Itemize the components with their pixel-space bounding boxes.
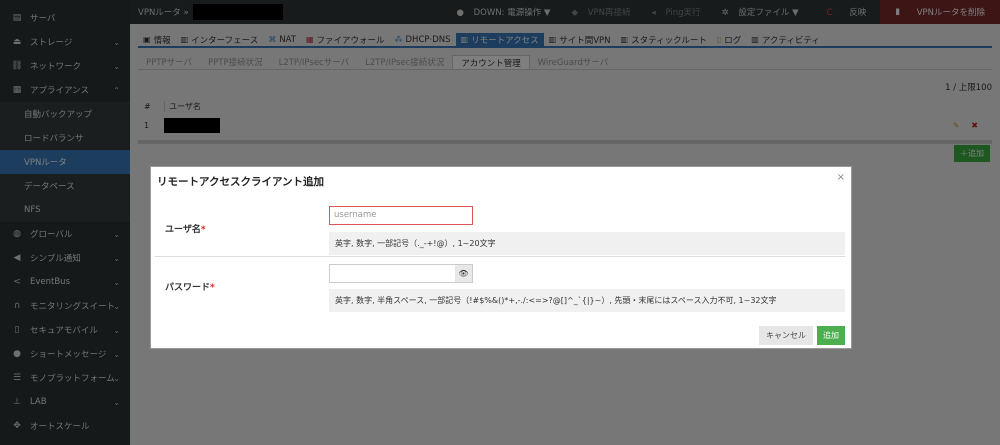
submit-button[interactable]: 追加 [817, 326, 845, 345]
password-label: パスワード* [165, 283, 215, 293]
dialog-title: リモートアクセスクライアント追加 [157, 176, 325, 188]
password-input[interactable]: 👁 [329, 264, 473, 283]
add-client-dialog: リモートアクセスクライアント追加 × ユーザ名* username 英字, 数字… [150, 166, 852, 349]
close-icon[interactable]: × [837, 172, 845, 183]
cancel-button[interactable]: キャンセル [759, 326, 813, 345]
eye-icon[interactable]: 👁 [455, 265, 472, 282]
username-help: 英字, 数字, 一部記号（._-+!@）, 1~20文字 [329, 232, 845, 255]
username-label: ユーザ名* [165, 225, 206, 235]
password-help: 英字, 数字, 半角スペース, 一部記号（!#$%&()*+,-./:<=>?@… [329, 289, 845, 312]
username-input[interactable]: username [329, 206, 473, 225]
divider [155, 256, 845, 257]
